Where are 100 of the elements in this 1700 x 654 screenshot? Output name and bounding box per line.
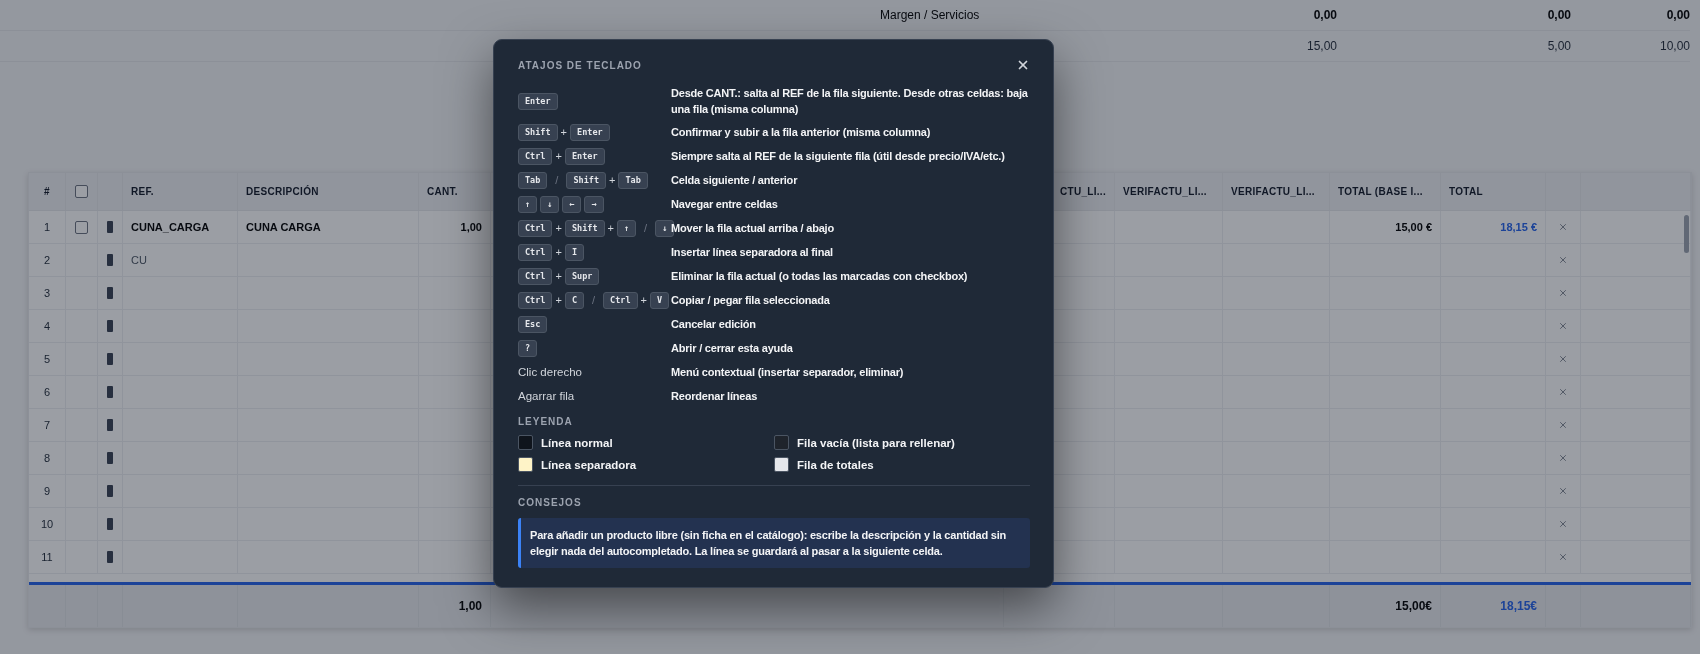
delete-row-icon[interactable] <box>1558 354 1568 364</box>
plus-sign: + <box>560 126 568 138</box>
key-cap: ↓ <box>540 195 560 213</box>
summary-value: 0,00 <box>1337 0 1571 31</box>
quantity-cell: 1,00 <box>419 211 491 244</box>
slash-separator: / <box>554 174 560 186</box>
drag-handle-icon[interactable] <box>107 518 113 530</box>
key-cap: Ctrl <box>518 147 553 165</box>
drag-handle-icon[interactable] <box>107 287 113 299</box>
column-header: TOTAL (BASE I... <box>1330 173 1441 211</box>
ref-cell[interactable]: CUNA_CARGA <box>123 211 238 244</box>
legend-label: Fila vacía (lista para rellenar) <box>797 436 955 449</box>
drag-handle-icon[interactable] <box>107 386 113 398</box>
column-header: DESCRIPCIÓN <box>238 173 419 211</box>
shortcut-description: Copiar / pegar fila seleccionada <box>671 293 831 308</box>
shortcut-description: Celda siguiente / anterior <box>671 173 799 188</box>
row-number: 8 <box>29 442 66 475</box>
legend-label: Fila de totales <box>797 458 874 471</box>
row-checkbox[interactable] <box>75 220 88 234</box>
legend-label: Línea normal <box>541 436 613 449</box>
section-title: LEYENDA <box>518 416 574 427</box>
ref-cell[interactable]: CU <box>123 244 238 277</box>
plus-sign: + <box>640 294 648 306</box>
summary-value: 10,00 <box>1571 31 1690 62</box>
base-grand-total: 15,00€ <box>1330 585 1441 627</box>
row-number: 1 <box>29 211 66 244</box>
tip-callout: Para añadir un producto libre (sin ficha en el catálogo): escribe la descripción y la cantidad sin elegir nada del autocompletado. La línea se guardará al pasar a la siguiente celda. <box>518 518 1030 568</box>
drag-handle-icon[interactable] <box>107 254 113 266</box>
section-title: CONSEJOS <box>518 497 583 508</box>
plus-sign: + <box>607 222 614 234</box>
drag-handle-icon[interactable] <box>107 551 113 563</box>
delete-row-icon[interactable] <box>1558 552 1568 562</box>
delete-row-icon[interactable] <box>1558 486 1568 496</box>
row-number: 7 <box>29 409 66 442</box>
row-number: 5 <box>29 343 66 376</box>
delete-row-icon[interactable] <box>1558 519 1568 529</box>
column-header: VERIFACTU_LI... <box>1223 173 1330 211</box>
dialog-title: ATAJOS DE TECLADO <box>518 59 642 71</box>
key-cap: Enter <box>570 123 610 141</box>
shortcut-description: Cancelar edición <box>671 317 757 332</box>
select-all-checkbox[interactable] <box>75 185 88 198</box>
close-button[interactable] <box>1016 58 1030 72</box>
plus-sign: + <box>555 222 562 234</box>
delete-row-icon[interactable] <box>1558 321 1568 331</box>
key-cap: ? <box>518 339 538 357</box>
drag-handle-icon[interactable] <box>107 419 113 431</box>
key-cap: Ctrl <box>518 267 553 285</box>
summary-value: 5,00 <box>1337 31 1571 62</box>
drag-handle-icon[interactable] <box>107 320 113 332</box>
delete-row-icon[interactable] <box>1558 453 1568 463</box>
row-number: 6 <box>29 376 66 409</box>
key-cap: Ctrl <box>518 219 553 237</box>
drag-handle-icon[interactable] <box>107 485 113 497</box>
row-number: 2 <box>29 244 66 277</box>
row-number: 4 <box>29 310 66 343</box>
drag-handle-icon[interactable] <box>107 452 113 464</box>
delete-row-icon[interactable] <box>1558 288 1568 298</box>
delete-row-icon[interactable] <box>1558 387 1568 397</box>
summary-value: 0,00 <box>1571 0 1690 31</box>
key-cap: Shift <box>518 123 558 141</box>
drag-handle-icon[interactable] <box>107 353 113 365</box>
delete-row-icon[interactable] <box>1558 420 1568 430</box>
plus-sign: + <box>555 150 562 162</box>
key-cap: Enter <box>518 92 558 110</box>
plus-sign: + <box>555 270 562 282</box>
column-header: VERIFACTU_LI... <box>1115 173 1223 211</box>
action-label: Agarrar fila <box>518 390 575 402</box>
slash-separator: / <box>591 294 597 306</box>
shortcut-description: Siempre salta al REF de la siguiente fila (útil desde precio/IVA/etc.) <box>671 149 1006 164</box>
delete-row-icon[interactable] <box>1558 222 1568 232</box>
plus-sign: + <box>609 174 616 186</box>
key-cap: ↑ <box>616 219 637 237</box>
key-cap: Shift <box>566 171 606 189</box>
shortcut-description: Eliminar la fila actual (o todas las marcadas con checkbox) <box>671 269 969 284</box>
key-cap: Tab <box>518 171 548 189</box>
key-cap: I <box>564 243 585 261</box>
shortcut-description: Abrir / cerrar esta ayuda <box>671 341 794 356</box>
slash-separator: / <box>643 222 649 234</box>
drag-handle-icon[interactable] <box>107 221 113 233</box>
key-cap: Ctrl <box>518 243 553 261</box>
key-cap: Esc <box>518 315 548 333</box>
key-cap: Tab <box>618 171 648 189</box>
row-number: 10 <box>29 508 66 541</box>
key-cap: ↑ <box>518 195 538 213</box>
description-cell: CUNA CARGA <box>238 211 419 244</box>
grand-total: 18,15€ <box>1441 585 1546 627</box>
shortcut-description: Menú contextual (insertar separador, eliminar) <box>671 365 905 380</box>
action-label: Clic derecho <box>518 366 582 378</box>
scrollbar-thumb[interactable] <box>1684 215 1689 253</box>
delete-row-icon[interactable] <box>1558 255 1568 265</box>
key-cap: ← <box>562 195 582 213</box>
key-cap: Ctrl <box>603 291 638 309</box>
row-number: 11 <box>29 541 66 574</box>
quantity-total: 1,00 <box>419 585 491 627</box>
key-cap: Shift <box>564 219 605 237</box>
total-cell: 18,15 € <box>1441 211 1546 244</box>
shortcut-description: Confirmar y subir a la fila anterior (misma columna) <box>671 125 932 140</box>
key-cap: Ctrl <box>518 291 553 309</box>
row-number: 3 <box>29 277 66 310</box>
base-total-cell: 15,00 € <box>1330 211 1441 244</box>
